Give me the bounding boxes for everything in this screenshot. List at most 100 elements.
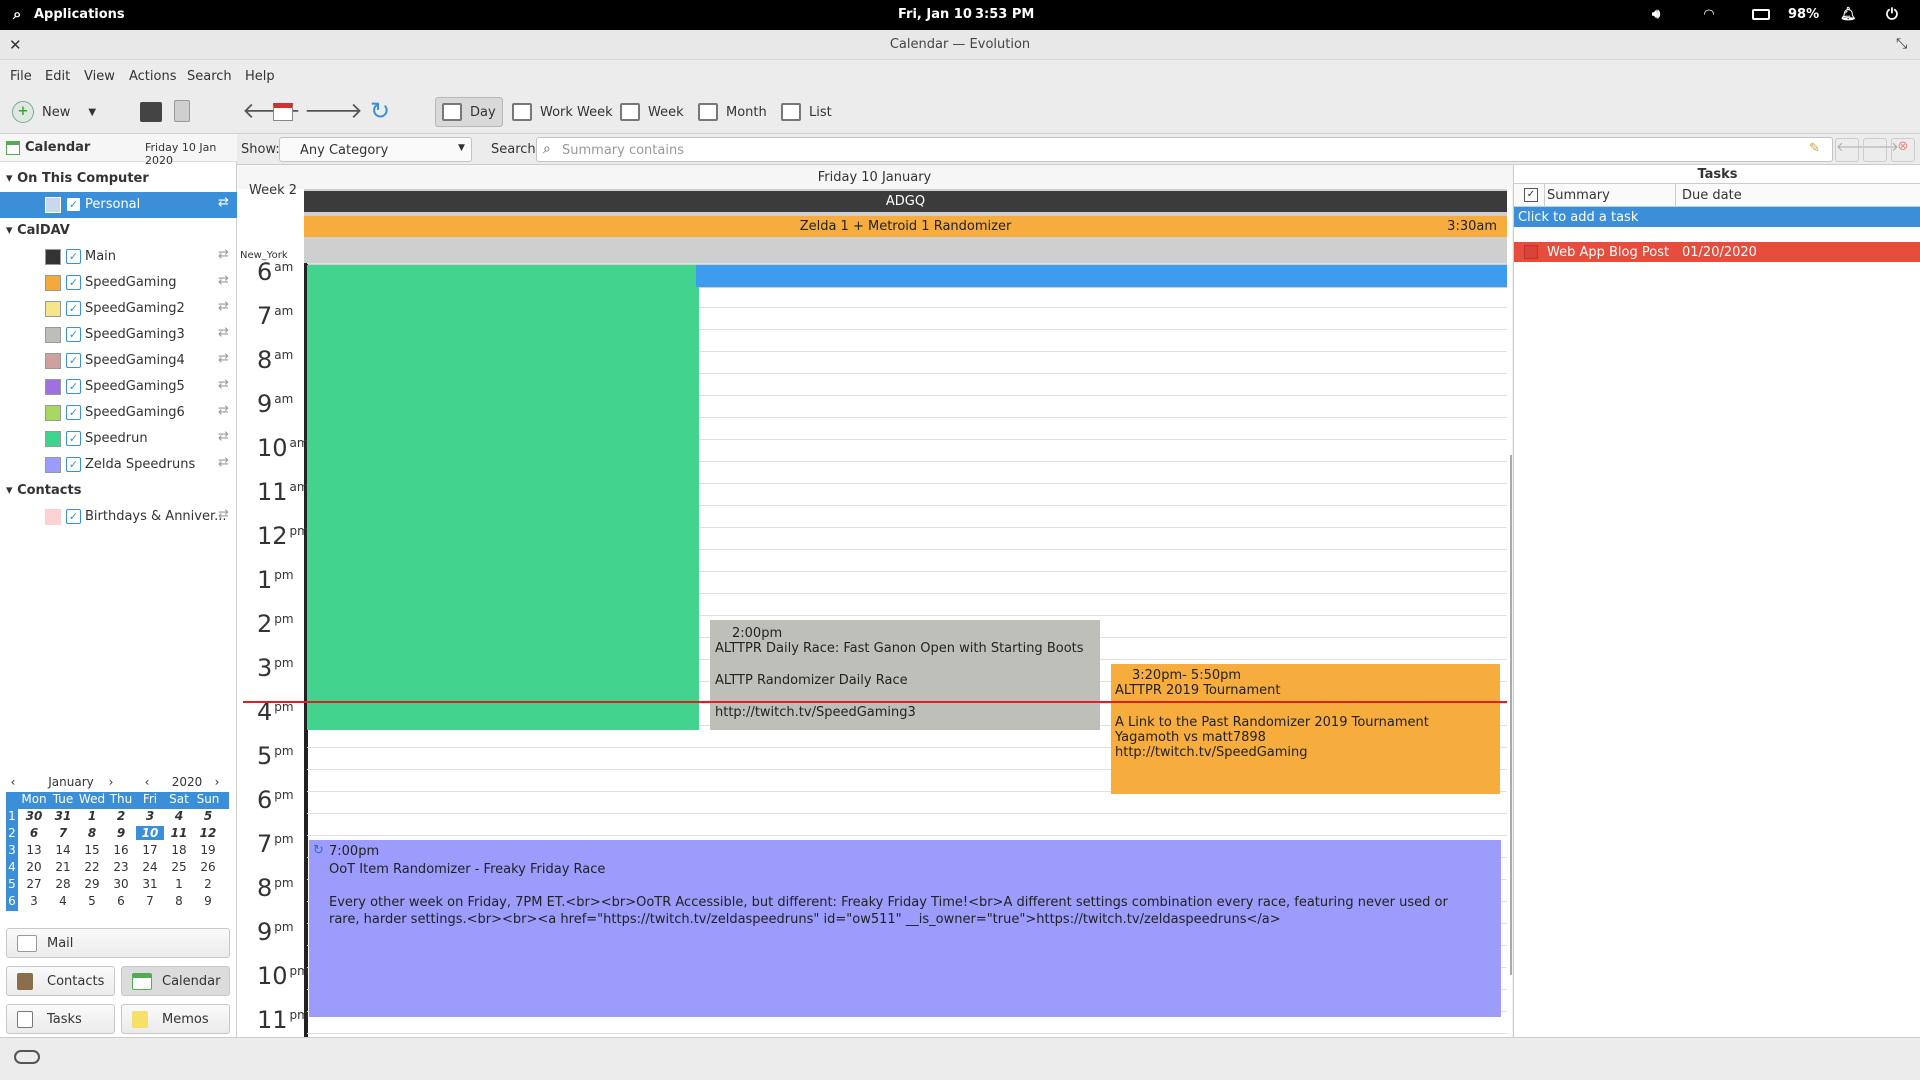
minical-day[interactable]: 31 — [49, 809, 77, 823]
sync-icon[interactable]: ⇄ — [218, 351, 229, 366]
minical-day[interactable]: 22 — [78, 860, 106, 874]
sync-icon[interactable]: ⇄ — [218, 429, 229, 444]
next-month-icon[interactable]: › — [104, 775, 118, 789]
refresh-icon[interactable]: ↻ — [370, 97, 390, 125]
minical-day[interactable]: 4 — [49, 894, 77, 908]
checkbox[interactable]: ✓ — [66, 379, 81, 394]
delete-icon[interactable] — [174, 100, 190, 122]
minical-day[interactable]: 1 — [165, 877, 193, 891]
applications-menu[interactable]: Applications — [34, 7, 125, 22]
view-week-button[interactable]: Week — [614, 97, 690, 127]
volume-icon[interactable]: 🔊︎ — [1652, 7, 1660, 22]
search-input[interactable]: ⌕ Summary contains ✎ — [536, 137, 1833, 162]
add-task-row[interactable]: Click to add a task — [1514, 207, 1920, 227]
calendar-item-speedgaming2[interactable]: ✓ SpeedGaming2 ⇄ — [0, 296, 237, 320]
event-alttpr-2019[interactable]: 3:20pm- 5:50pm ALTTPR 2019 Tournament A … — [1111, 664, 1500, 794]
search-icon[interactable]: ⌕ — [13, 5, 21, 23]
sync-icon[interactable]: ⇄ — [218, 195, 229, 210]
calendar-item-personal[interactable]: ✓ Personal ⇄ — [0, 192, 237, 218]
menu-search[interactable]: Search — [187, 69, 232, 84]
minical-day[interactable]: 31 — [136, 877, 164, 891]
minical-day[interactable]: 16 — [107, 843, 135, 857]
checkbox[interactable]: ✓ — [66, 431, 81, 446]
minical-day[interactable]: 29 — [78, 877, 106, 891]
minical-day[interactable]: 6 — [20, 826, 48, 840]
switch-contacts-button[interactable]: Contacts — [6, 966, 115, 996]
view-month-button[interactable]: Month — [692, 97, 773, 127]
checkbox[interactable]: ✓ — [66, 197, 81, 212]
new-button[interactable]: + New ▼ — [6, 97, 102, 127]
allday-event-adgq[interactable]: ADGQ — [304, 191, 1507, 212]
sync-icon[interactable]: ⇄ — [218, 377, 229, 392]
calendar-item-speedgaming4[interactable]: ✓ SpeedGaming4 ⇄ — [0, 348, 237, 372]
minical-day[interactable]: 21 — [49, 860, 77, 874]
minical-day[interactable]: 11 — [165, 826, 193, 840]
minical-day[interactable]: 9 — [107, 826, 135, 840]
scrollbar[interactable] — [1510, 455, 1512, 975]
date-label[interactable]: Fri, Jan 10 — [898, 7, 972, 22]
chevron-down-icon[interactable]: ▾ — [6, 223, 17, 238]
menu-file[interactable]: File — [10, 69, 32, 84]
minical-day[interactable]: 12 — [194, 826, 222, 840]
sync-icon[interactable]: ⇄ — [218, 299, 229, 314]
sync-icon[interactable]: ⇄ — [218, 455, 229, 470]
clear-search-icon[interactable]: ✎ — [1809, 141, 1820, 156]
switch-calendar-button[interactable]: Calendar — [121, 966, 230, 996]
sync-icon[interactable]: ⇄ — [218, 273, 229, 288]
task-row[interactable]: Web App Blog Post 01/20/2020 — [1514, 242, 1920, 262]
calendar-item-birthdays[interactable]: ✓ Birthdays & Anniver... ⇄ — [0, 504, 237, 528]
minical-day[interactable]: 30 — [107, 877, 135, 891]
group-caldav[interactable]: ▾ CalDAV — [6, 223, 70, 238]
checkbox[interactable]: ✓ — [66, 509, 81, 524]
menu-actions[interactable]: Actions — [129, 69, 177, 84]
go-today-icon[interactable] — [273, 103, 293, 121]
chevron-down-icon[interactable]: ▾ — [6, 483, 17, 498]
print-icon[interactable] — [140, 102, 162, 122]
battery-icon[interactable] — [1752, 9, 1770, 20]
minical-day[interactable]: 4 — [165, 809, 193, 823]
time-label[interactable]: 3:53 PM — [975, 7, 1034, 22]
calendar-item-speedrun[interactable]: ✓ Speedrun ⇄ — [0, 426, 237, 450]
allday-event-zelda-metroid[interactable]: Zelda 1 + Metroid 1 Randomizer 3:30am — [304, 216, 1507, 237]
minical-day[interactable]: 25 — [165, 860, 193, 874]
minical-day[interactable]: 30 — [20, 809, 48, 823]
switch-memos-button[interactable]: Memos — [121, 1004, 230, 1034]
minical-day[interactable]: 13 — [20, 843, 48, 857]
minical-day[interactable]: 28 — [49, 877, 77, 891]
minical-day[interactable]: 15 — [78, 843, 106, 857]
minical-day[interactable]: 5 — [194, 809, 222, 823]
minical-day[interactable]: 19 — [194, 843, 222, 857]
minical-day[interactable]: 2 — [194, 877, 222, 891]
stop-search-icon[interactable]: ⊗ — [1891, 138, 1915, 162]
task-checkbox[interactable] — [1524, 245, 1538, 259]
checkbox[interactable]: ✓ — [66, 249, 81, 264]
minical-day[interactable]: 1 — [78, 809, 106, 823]
prev-year-icon[interactable]: ‹ — [140, 775, 154, 789]
minical-day[interactable]: 20 — [20, 860, 48, 874]
minical-day[interactable]: 2 — [107, 809, 135, 823]
minical-day[interactable]: 8 — [165, 894, 193, 908]
minical-day[interactable]: 23 — [107, 860, 135, 874]
calendar-item-speedgaming6[interactable]: ✓ SpeedGaming6 ⇄ — [0, 400, 237, 424]
prev-month-icon[interactable]: ‹ — [6, 775, 20, 789]
minical-day[interactable]: 8 — [78, 826, 106, 840]
column-due-date[interactable]: Due date — [1682, 188, 1742, 203]
minical-day[interactable]: 9 — [194, 894, 222, 908]
minical-day[interactable]: 14 — [49, 843, 77, 857]
next-year-icon[interactable]: › — [210, 775, 224, 789]
minical-day[interactable]: 3 — [136, 809, 164, 823]
complete-column-icon[interactable]: ✓ — [1524, 188, 1538, 202]
event-oot-randomizer[interactable]: ↻ 7:00pm OoT Item Randomizer - Freaky Fr… — [309, 840, 1501, 1017]
minical-day[interactable]: 18 — [165, 843, 193, 857]
sync-icon[interactable]: ⇄ — [218, 325, 229, 340]
chevron-down-icon[interactable]: ▼ — [88, 107, 96, 118]
calendar-item-zelda-speedruns[interactable]: ✓ Zelda Speedruns ⇄ — [0, 452, 237, 476]
chevron-down-icon[interactable]: ▾ — [6, 171, 17, 186]
event-alttpr-daily[interactable]: 2:00pm ALTTPR Daily Race: Fast Ganon Ope… — [710, 620, 1100, 730]
group-on-this-computer[interactable]: ▾ On This Computer — [6, 171, 149, 186]
category-select[interactable]: Any Category ▼ — [279, 137, 472, 162]
wifi-icon[interactable]: ◠ — [1704, 7, 1714, 22]
menu-view[interactable]: View — [84, 69, 115, 84]
minical-day[interactable]: 6 — [107, 894, 135, 908]
calendar-item-main[interactable]: ✓ Main ⇄ — [0, 244, 237, 268]
